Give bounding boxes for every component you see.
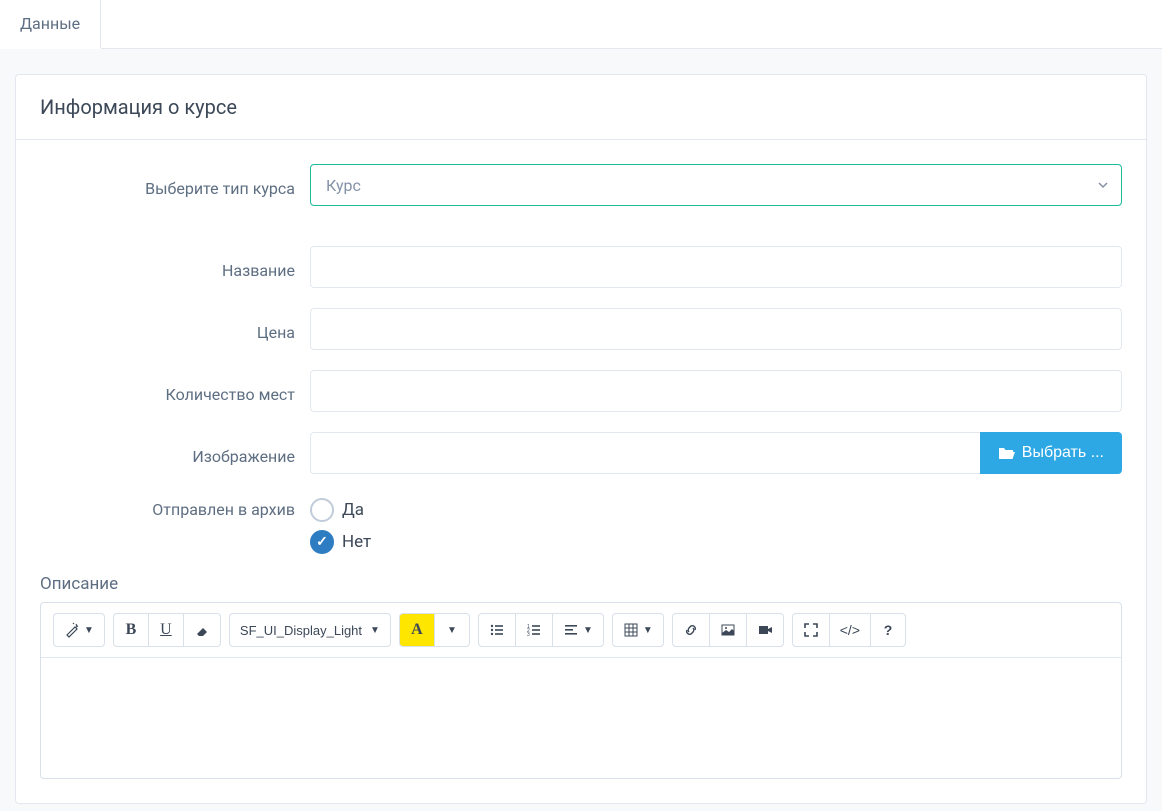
table-button[interactable]: ▼ — [612, 613, 664, 647]
row-archived: Отправлен в архив Да Нет — [40, 494, 1122, 554]
chevron-down-icon — [1097, 179, 1109, 191]
list-ol-icon: 123 — [526, 622, 542, 638]
browse-button[interactable]: Выбрать ... — [980, 432, 1122, 474]
browse-label: Выбрать ... — [1022, 444, 1104, 462]
eraser-button[interactable] — [183, 613, 221, 647]
font-color-button[interactable]: A — [399, 613, 435, 647]
tabs: Данные — [0, 0, 1162, 49]
editor-toolbar: ▼ B U SF_UI_Displ — [41, 603, 1121, 658]
help-button[interactable]: ? — [870, 613, 906, 647]
table-icon — [623, 622, 639, 638]
label-price: Цена — [40, 317, 310, 342]
help-icon: ? — [884, 622, 893, 638]
caret-down-icon: ▼ — [84, 625, 94, 636]
picture-button[interactable] — [709, 613, 747, 647]
container: Информация о курсе Выберите тип курса Ку… — [0, 49, 1162, 804]
font-color-dropdown[interactable]: ▼ — [434, 613, 470, 647]
archived-yes-label: Да — [342, 500, 364, 520]
eraser-icon — [194, 622, 210, 638]
align-icon — [563, 622, 579, 638]
course-type-select[interactable]: Курс — [310, 164, 1122, 206]
row-name: Название — [40, 246, 1122, 288]
row-price: Цена — [40, 308, 1122, 350]
caret-down-icon: ▼ — [370, 625, 380, 636]
folder-open-icon — [998, 446, 1016, 460]
video-icon — [757, 622, 773, 638]
link-icon — [683, 622, 699, 638]
list-ul-icon — [489, 622, 505, 638]
svg-text:3: 3 — [527, 632, 530, 638]
seats-input[interactable] — [310, 370, 1122, 412]
description-editor: ▼ B U SF_UI_Displ — [40, 602, 1122, 779]
name-input[interactable] — [310, 246, 1122, 288]
fullscreen-icon — [803, 622, 819, 638]
panel-body: Выберите тип курса Курс Название — [16, 140, 1146, 803]
radio-circle-icon — [310, 498, 334, 522]
price-input[interactable] — [310, 308, 1122, 350]
radio-circle-checked-icon — [310, 530, 334, 554]
caret-down-icon: ▼ — [447, 625, 457, 636]
font-family-value: SF_UI_Display_Light — [240, 623, 362, 638]
image-path-input[interactable] — [310, 432, 980, 474]
panel-title: Информация о курсе — [16, 75, 1146, 140]
ol-button[interactable]: 123 — [515, 613, 553, 647]
label-course-type: Выберите тип курса — [40, 173, 310, 198]
magic-wand-icon — [64, 622, 80, 638]
row-seats: Количество мест — [40, 370, 1122, 412]
editor-content[interactable] — [41, 658, 1121, 778]
caret-down-icon: ▼ — [643, 625, 653, 636]
archived-radio-group: Да Нет — [310, 494, 1122, 554]
label-archived: Отправлен в архив — [40, 494, 310, 519]
archived-yes-radio[interactable]: Да — [310, 498, 1122, 522]
label-image: Изображение — [40, 441, 310, 466]
row-image: Изображение Выбрать ... — [40, 432, 1122, 474]
codeview-button[interactable]: </> — [829, 613, 871, 647]
label-seats: Количество мест — [40, 379, 310, 404]
fullscreen-button[interactable] — [792, 613, 830, 647]
course-info-panel: Информация о курсе Выберите тип курса Ку… — [15, 74, 1147, 804]
link-button[interactable] — [672, 613, 710, 647]
ul-button[interactable] — [478, 613, 516, 647]
archived-no-label: Нет — [342, 532, 371, 552]
image-icon — [720, 622, 736, 638]
label-name: Название — [40, 255, 310, 280]
font-family-select[interactable]: SF_UI_Display_Light ▼ — [229, 613, 391, 647]
bold-button[interactable]: B — [113, 613, 149, 647]
paragraph-button[interactable]: ▼ — [552, 613, 604, 647]
video-button[interactable] — [746, 613, 784, 647]
archived-no-radio[interactable]: Нет — [310, 530, 1122, 554]
tab-data[interactable]: Данные — [0, 0, 101, 49]
row-course-type: Выберите тип курса Курс — [40, 164, 1122, 206]
course-type-value: Курс — [326, 176, 361, 195]
description-label: Описание — [40, 574, 1122, 594]
magic-button[interactable]: ▼ — [53, 613, 105, 647]
code-icon: </> — [840, 622, 860, 638]
caret-down-icon: ▼ — [583, 625, 593, 636]
underline-button[interactable]: U — [148, 613, 184, 647]
